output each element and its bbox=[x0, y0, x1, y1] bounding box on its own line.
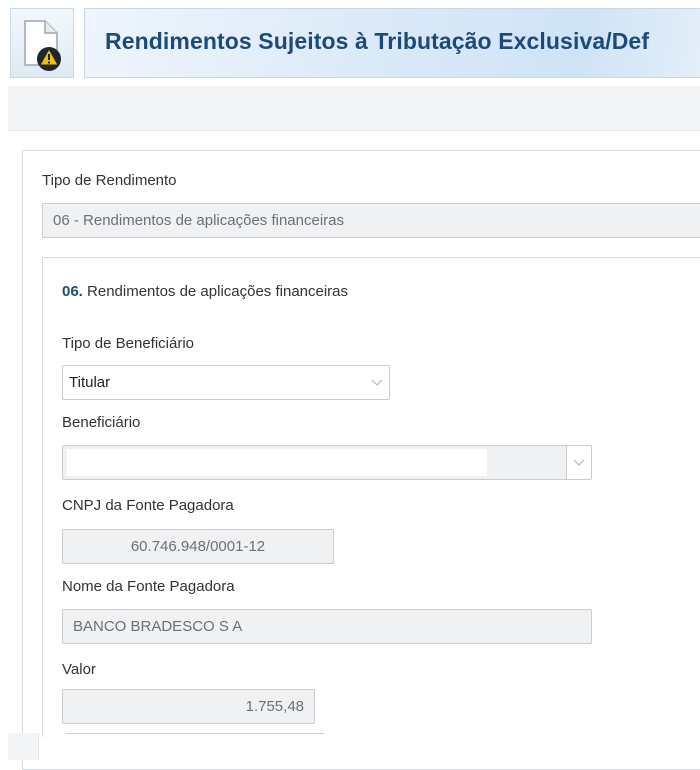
tipo-beneficiario-label: Tipo de Beneficiário bbox=[62, 335, 195, 352]
tipo-beneficiario-value: Titular bbox=[69, 374, 111, 391]
cnpj-label: CNPJ da Fonte Pagadora bbox=[62, 497, 234, 514]
tipo-rendimento-field[interactable]: 06 - Rendimentos de aplicações financeir… bbox=[42, 203, 700, 238]
page-title: Rendimentos Sujeitos à Tributação Exclus… bbox=[105, 28, 650, 54]
valor-field[interactable]: 1.755,48 bbox=[62, 689, 315, 724]
toolbar-strip bbox=[8, 86, 700, 131]
page-header: Rendimentos Sujeitos à Tributação Exclus… bbox=[0, 0, 700, 84]
nome-fonte-label: Nome da Fonte Pagadora bbox=[62, 578, 235, 595]
valor-label: Valor bbox=[62, 661, 96, 678]
tipo-beneficiario-select[interactable]: Titular bbox=[62, 365, 390, 400]
beneficiario-value bbox=[67, 449, 487, 476]
beneficiario-label: Beneficiário bbox=[62, 414, 141, 431]
chevron-down-icon bbox=[365, 366, 389, 399]
document-warning-icon bbox=[24, 20, 61, 71]
next-field-edge bbox=[66, 733, 324, 734]
cnpj-field[interactable]: 60.746.948/0001-12 bbox=[62, 529, 334, 564]
title-bar: Rendimentos Sujeitos à Tributação Exclus… bbox=[84, 8, 700, 78]
beneficiario-select[interactable] bbox=[62, 445, 592, 480]
tipo-rendimento-label: Tipo de Rendimento bbox=[42, 172, 177, 189]
section-name: Rendimentos de aplicações financeiras bbox=[87, 283, 349, 300]
left-gutter bbox=[8, 733, 39, 760]
nome-fonte-field[interactable]: BANCO BRADESCO S A bbox=[62, 609, 592, 644]
chevron-down-icon bbox=[567, 446, 591, 479]
section-code: 06. bbox=[62, 283, 83, 300]
document-icon-box bbox=[10, 8, 74, 78]
section-heading: 06. Rendimentos de aplicações financeira… bbox=[62, 283, 348, 300]
